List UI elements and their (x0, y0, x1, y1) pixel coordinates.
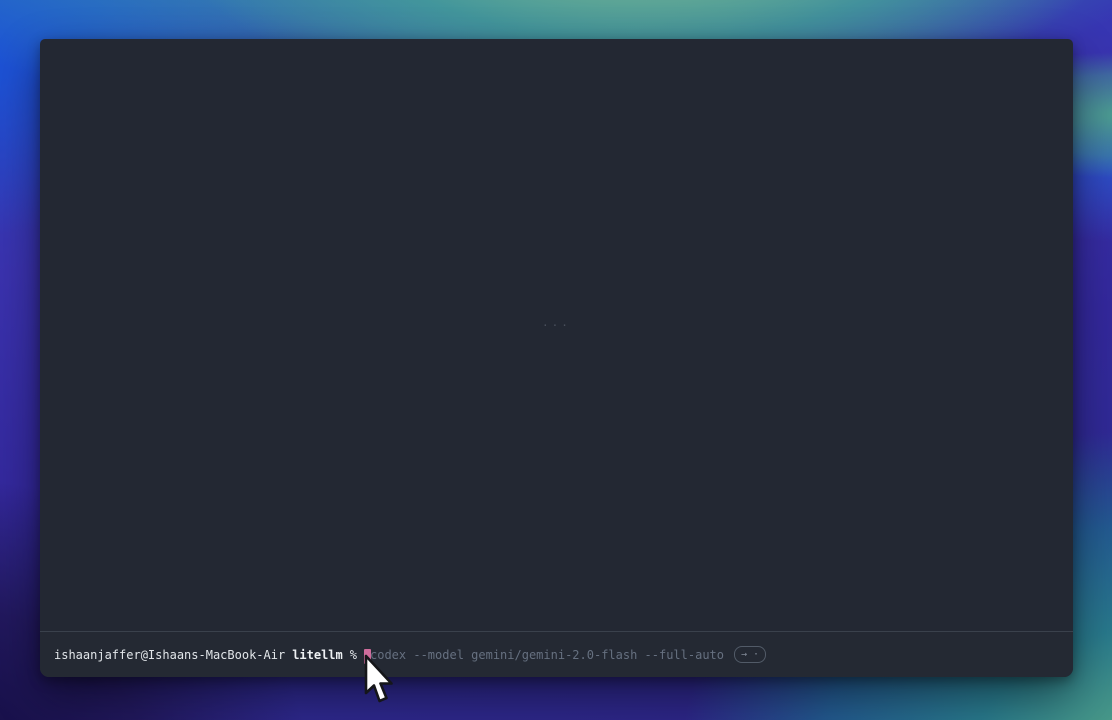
autosuggestion-command: codex --model gemini/gemini-2.0-flash --… (370, 647, 724, 663)
accept-suggestion-hint-badge: → · (734, 646, 766, 663)
loading-dots: ··· (542, 319, 571, 332)
prompt-symbol: % (350, 647, 357, 663)
prompt-directory: litellm (292, 647, 343, 663)
desktop-wallpaper: ··· ishaanjaffer@Ishaans-MacBook-Air lit… (0, 0, 1112, 720)
terminal-window[interactable]: ··· ishaanjaffer@Ishaans-MacBook-Air lit… (40, 39, 1073, 677)
terminal-prompt-line[interactable]: ishaanjaffer@Ishaans-MacBook-Air litellm… (40, 631, 1073, 677)
terminal-output-area: ··· (40, 39, 1073, 631)
prompt-user-host: ishaanjaffer@Ishaans-MacBook-Air (54, 647, 285, 663)
